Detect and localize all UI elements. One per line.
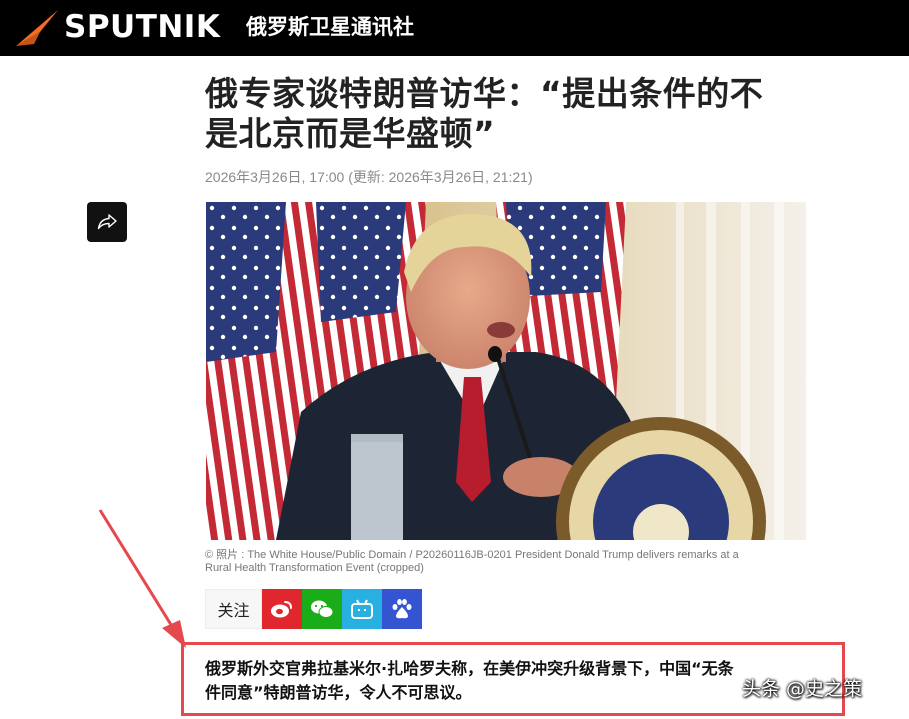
lead-line-1: 俄罗斯外交官弗拉基米尔·扎哈罗夫称，在美伊冲突升级背景下，中国“无条 (205, 659, 734, 678)
article-photo (206, 202, 806, 540)
headline-line-2: 是北京而是华盛顿” (205, 114, 496, 153)
bilibili-icon (351, 599, 373, 619)
photo-caption-line-2: Rural Health Transformation Event (cropp… (205, 562, 424, 574)
photo-caption: © 照片 : The White House/Public Domain / P… (205, 549, 805, 575)
share-icon (97, 214, 117, 230)
share-button[interactable] (87, 202, 127, 242)
watermark: 头条 @史之策 (742, 678, 863, 700)
baidu-icon (392, 599, 412, 619)
site-logo-text[interactable]: SPUTNIK (64, 9, 220, 45)
wechat-icon (311, 600, 334, 618)
wechat-button[interactable] (302, 589, 342, 629)
follow-button[interactable]: 关注 (205, 589, 262, 629)
weibo-button[interactable] (262, 589, 302, 629)
social-share-bar: 关注 (205, 589, 422, 629)
bilibili-button[interactable] (342, 589, 382, 629)
headline-line-1: 俄专家谈特朗普访华：“提出条件的不 (205, 74, 764, 113)
baidu-button[interactable] (382, 589, 422, 629)
site-header: SPUTNIK 俄罗斯卫星通讯社 (0, 0, 909, 56)
agency-name: 俄罗斯卫星通讯社 (246, 15, 414, 39)
photo-caption-line-1: © 照片 : The White House/Public Domain / P… (205, 549, 739, 561)
lead-line-2: 件同意”特朗普访华，令人不可思议。 (205, 683, 472, 702)
article-dateline: 2026年3月26日, 17:00 (更新: 2026年3月26日, 21:21… (205, 169, 533, 185)
sputnik-logo-icon[interactable] (14, 8, 60, 48)
article-lead: 俄罗斯外交官弗拉基米尔·扎哈罗夫称，在美伊冲突升级背景下，中国“无条 件同意”特… (205, 657, 815, 705)
article-headline: 俄专家谈特朗普访华：“提出条件的不 是北京而是华盛顿” (205, 74, 815, 154)
weibo-icon (271, 601, 292, 618)
